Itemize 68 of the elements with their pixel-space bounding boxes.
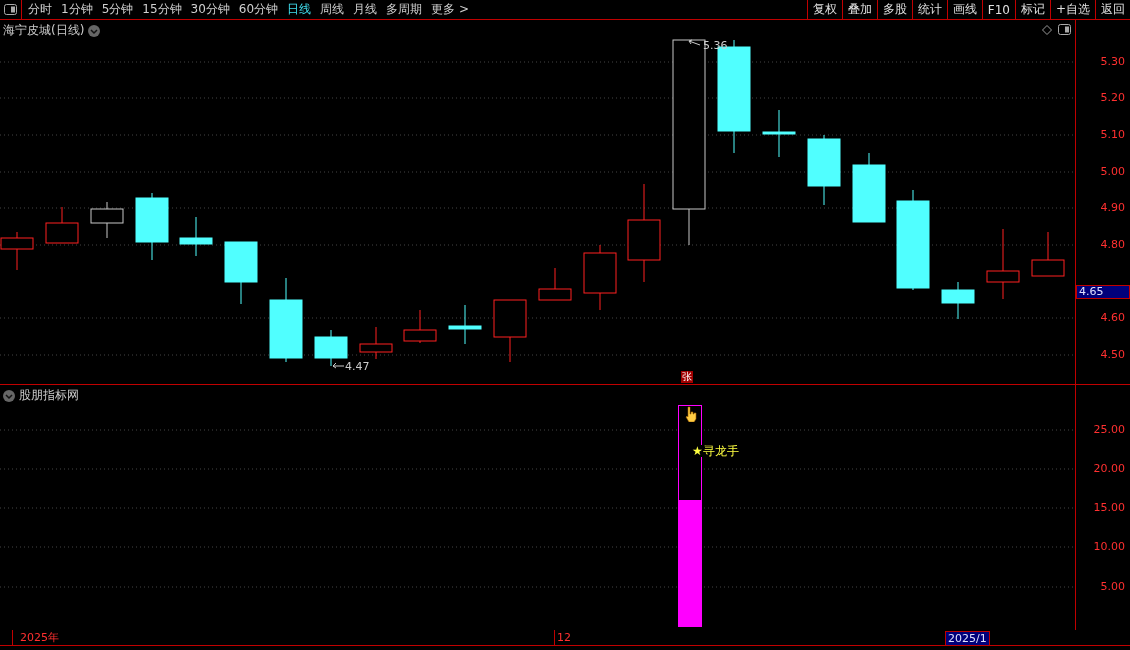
candlestick xyxy=(807,134,841,206)
price-axis-label: 4.90 xyxy=(1100,202,1125,214)
candlestick xyxy=(45,206,79,244)
toolbar-button[interactable]: 统计 xyxy=(911,0,947,19)
period-tab[interactable]: 多周期 xyxy=(386,1,423,18)
time-axis-label: 12 xyxy=(557,631,571,644)
dropdown-icon[interactable] xyxy=(3,389,15,402)
candlestick xyxy=(493,299,527,363)
candlestick xyxy=(852,152,886,223)
indicator-axis-label: 15.00 xyxy=(1093,502,1125,514)
pointer-arrow-icon xyxy=(686,39,702,47)
candlestick xyxy=(941,281,975,320)
toolbar-button[interactable]: +自选 xyxy=(1049,0,1095,19)
toolbar-button[interactable]: 返回 xyxy=(1095,0,1130,19)
toolbar-button[interactable]: 画线 xyxy=(946,0,982,19)
candlestick xyxy=(986,228,1020,300)
candlestick xyxy=(538,267,572,301)
period-tab[interactable]: 5分钟 xyxy=(101,1,134,18)
high-price-label: 5.36 xyxy=(703,40,728,52)
hand-pointer-icon xyxy=(684,406,698,422)
period-tab[interactable]: 15分钟 xyxy=(142,1,182,18)
period-tab[interactable]: 分时 xyxy=(28,1,52,18)
pointer-arrow-icon xyxy=(331,361,345,369)
price-axis-label: 4.50 xyxy=(1100,349,1125,361)
candlestick xyxy=(224,241,258,305)
toolbar-button[interactable]: F10 xyxy=(981,0,1015,19)
period-tab[interactable]: 周线 xyxy=(320,1,345,18)
price-axis-label: 5.00 xyxy=(1100,166,1125,178)
candlestick xyxy=(403,309,437,344)
diamond-icon[interactable] xyxy=(1042,25,1052,35)
candlestick xyxy=(359,326,393,360)
low-price-label: 4.47 xyxy=(345,361,370,373)
candlestick xyxy=(583,244,617,311)
period-tab[interactable]: 日线 xyxy=(287,1,312,18)
price-axis-label: 5.20 xyxy=(1100,92,1125,104)
price-axis-label: 5.10 xyxy=(1100,129,1125,141)
toolbar-button[interactable]: 复权 xyxy=(806,0,842,19)
candlestick xyxy=(90,201,124,239)
indicator-axis-label: 20.00 xyxy=(1093,463,1125,475)
indicator-axis-label: 5.00 xyxy=(1100,581,1125,593)
period-tab[interactable]: 30分钟 xyxy=(190,1,230,18)
signal-label: ★寻龙手 xyxy=(692,445,739,457)
current-price-label: 4.65 xyxy=(1076,285,1130,299)
indicator-title: 股朋指标网 xyxy=(19,387,79,404)
indicator-axis-label: 25.00 xyxy=(1093,424,1125,436)
price-axis-label: 5.30 xyxy=(1100,56,1125,68)
panel-icon xyxy=(4,4,17,15)
candlestick xyxy=(179,216,213,257)
current-date-label: 2025/1 xyxy=(945,631,990,646)
panel-icon[interactable] xyxy=(1058,24,1071,35)
candlestick xyxy=(135,192,169,261)
price-axis-label: 4.80 xyxy=(1100,239,1125,251)
time-axis-label: 2025年 xyxy=(20,631,59,644)
period-tab[interactable]: 1分钟 xyxy=(61,1,93,18)
dropdown-icon[interactable] xyxy=(88,24,101,37)
toolbar-button[interactable]: 标记 xyxy=(1014,0,1050,19)
toolbar-button[interactable]: 叠加 xyxy=(841,0,877,19)
candlestick xyxy=(448,304,482,345)
indicator-axis-label: 10.00 xyxy=(1093,541,1125,553)
period-tab[interactable]: 60分钟 xyxy=(238,1,279,18)
price-axis-label: 4.60 xyxy=(1100,312,1125,324)
stock-title: 海宁皮城(日线) xyxy=(3,22,85,39)
candlestick xyxy=(762,109,796,158)
limit-up-marker: 张 xyxy=(681,371,693,383)
toolbar-button[interactable]: 多股 xyxy=(876,0,912,19)
candlestick xyxy=(1031,231,1065,277)
period-tab[interactable]: 月线 xyxy=(353,1,378,18)
period-tab[interactable]: 更多 > xyxy=(431,1,469,18)
